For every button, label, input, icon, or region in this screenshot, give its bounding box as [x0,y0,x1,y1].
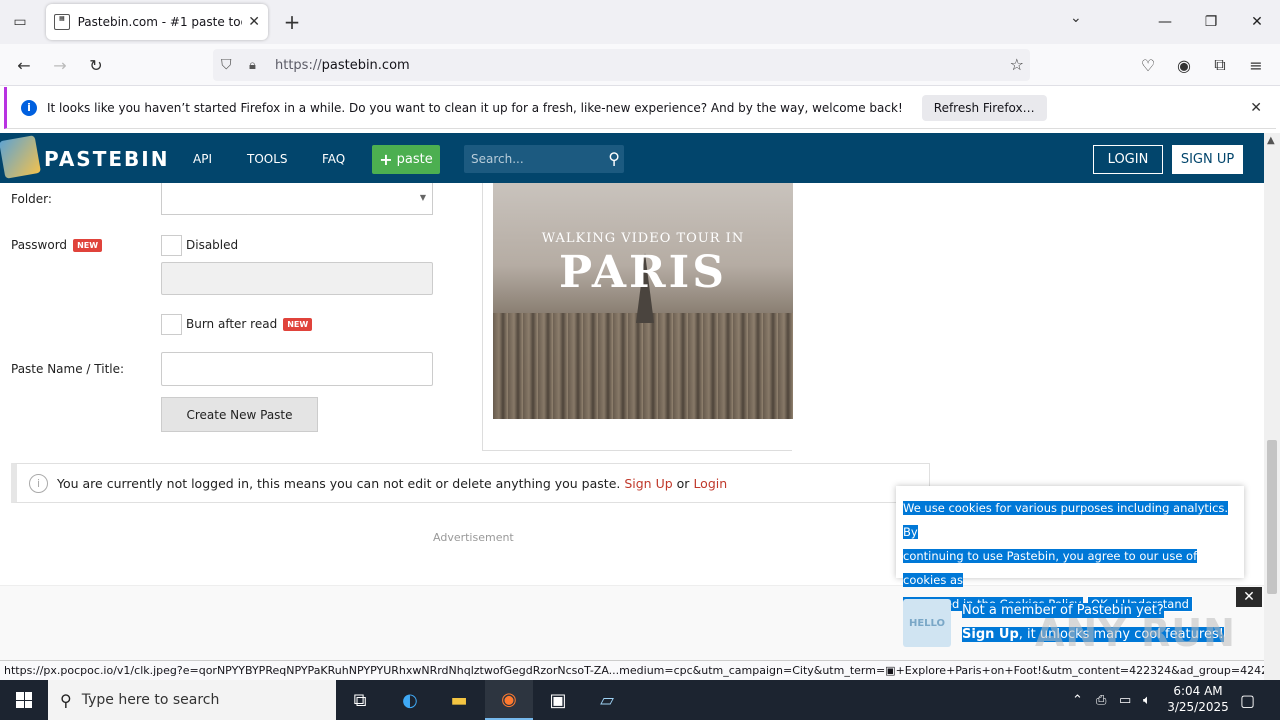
anyrun-watermark: ANY RUN [1035,611,1236,655]
notification-close-icon[interactable]: ✕ [1250,100,1262,116]
not-logged-in-notice: i You are currently not logged in, this … [11,463,930,503]
minimize-icon[interactable]: — [1142,0,1188,44]
search-icon: ⚲ [60,690,72,710]
tab-title: Pastebin.com - #1 paste tool since 2002 [77,15,243,29]
plus-icon: + [379,150,393,169]
ad-subtitle: WALKING VIDEO TOUR IN [541,231,745,246]
folder-label: Folder: [11,192,52,206]
menu-faq[interactable]: FAQ [322,152,345,166]
windows-taskbar: ⚲ Type here to search ⧉ ◐ ▬ ◉ ▣ ▱ ⌃ ⎙ ▭ … [0,680,1280,720]
clock-time: 6:04 AM [1173,684,1223,698]
burn-after-read-label: Burn after read NEW [186,317,313,331]
refresh-firefox-notification: i It looks like you haven’t started Fire… [4,87,1276,129]
signup-button[interactable]: SIGN UP [1172,145,1243,174]
info-icon: i [21,99,37,116]
notification-text: It looks like you haven’t started Firefo… [47,100,903,115]
refresh-firefox-button[interactable]: Refresh Firefox… [921,94,1047,121]
pastebin-header: PASTEBIN API TOOLS FAQ + paste Search... … [0,133,1264,183]
back-icon[interactable]: ← [11,52,37,78]
notepad-icon[interactable]: ▱ [583,680,631,720]
search-icon[interactable]: ⚲ [608,149,620,168]
info-icon: i [29,473,48,493]
disabled-label: Disabled [186,238,239,252]
menu-api[interactable]: API [193,152,212,166]
extensions-icon[interactable]: ⧉ [1207,52,1233,78]
bookmark-star-icon[interactable]: ☆ [1010,55,1024,74]
firefox-icon[interactable]: ◉ [485,680,533,720]
edge-icon[interactable]: ◐ [386,680,434,720]
page-scrollbar[interactable]: ▲ [1264,133,1280,680]
burn-after-read-checkbox[interactable] [161,314,182,335]
window-close-icon[interactable]: ✕ [1234,0,1280,44]
tab-close-icon[interactable]: ✕ [248,14,260,30]
status-url: https://px.pocpoc.io/v1/clk.jpeg?e=qorNP… [0,660,1264,680]
forward-icon[interactable]: → [47,52,73,78]
start-button[interactable] [0,680,48,720]
menu-tools[interactable]: TOOLS [247,152,288,166]
password-input[interactable] [161,262,433,295]
clock-date: 3/25/2025 [1167,700,1229,714]
task-view-icon[interactable]: ⧉ [336,680,384,720]
ad-title: PARIS [559,247,727,298]
taskbar-search-placeholder: Type here to search [81,692,220,708]
network-icon[interactable]: ▭ [1119,680,1131,720]
url-bar[interactable]: ⛉ 🔒︎ https://pastebin.com ☆ [213,49,1030,81]
tab-bar: ▭ ▦ Pastebin.com - #1 paste tool since 2… [0,0,1280,44]
lock-icon[interactable]: 🔒︎ [249,58,265,73]
city-skyline [493,313,793,419]
pocket-icon[interactable]: ♡ [1135,52,1161,78]
tracking-shield-icon[interactable]: ⛉ [221,57,239,73]
nav-bar: ← → ↻ ⛉ 🔒︎ https://pastebin.com ☆ ♡ ◉ ⧉ … [0,44,1280,86]
site-search-input[interactable]: Search... ⚲ [464,145,624,173]
new-paste-button[interactable]: + paste [372,145,440,174]
paste-title-input[interactable] [161,352,433,386]
advertisement-box: WALKING VIDEO TOUR IN PARIS [482,183,793,451]
scroll-thumb[interactable] [1267,440,1277,594]
tray-device-icon[interactable]: ⎙ [1096,680,1106,720]
url-text: https://pastebin.com [275,57,410,73]
password-checkbox[interactable] [161,235,182,256]
chevron-down-icon: ▼ [419,193,426,202]
pastebin-favicon-icon: ▦ [54,14,70,30]
cookie-banner: We use cookies for various purposes incl… [896,486,1244,612]
reload-icon[interactable]: ↻ [83,52,109,78]
hello-avatar-icon: HELLO [903,599,951,647]
firefox-view-icon[interactable]: ▭ [8,10,32,34]
pastebin-logo-icon[interactable] [0,135,42,179]
member-close-icon[interactable]: ✕ [1236,587,1262,607]
new-tab-icon[interactable]: + [280,10,304,34]
folder-select[interactable]: ▼ [161,183,433,215]
notice-text: You are currently not logged in, this me… [57,475,728,491]
restore-icon[interactable]: ❐ [1188,0,1234,44]
create-new-paste-button[interactable]: Create New Paste [161,397,318,432]
file-explorer-icon[interactable]: ▬ [435,680,483,720]
browser-tab[interactable]: ▦ Pastebin.com - #1 paste tool since 200… [46,4,268,40]
windows-logo-icon [16,692,32,708]
login-button[interactable]: LOGIN [1093,145,1163,174]
signup-link[interactable]: Sign Up [624,476,672,491]
paste-button-label: paste [396,152,433,167]
menu-icon[interactable]: ≡ [1243,52,1269,78]
pastebin-brand[interactable]: PASTEBIN [44,147,169,171]
member-signup-link[interactable]: Sign Up [962,627,1019,642]
login-link[interactable]: Login [693,476,727,491]
new-badge: NEW [283,318,313,331]
paris-ad-image[interactable]: WALKING VIDEO TOUR IN PARIS [493,183,793,419]
scroll-up-icon[interactable]: ▲ [1267,135,1275,146]
advertisement-label: Advertisement [433,531,514,544]
volume-icon[interactable]: 🔈︎ [1143,680,1151,720]
account-icon[interactable]: ◉ [1171,52,1197,78]
password-label: Password NEW [11,238,103,252]
new-badge: NEW [73,239,103,252]
tray-chevron-icon[interactable]: ⌃ [1072,680,1083,720]
taskbar-search[interactable]: ⚲ Type here to search [48,680,336,720]
paste-title-label: Paste Name / Title: [11,362,125,376]
notifications-icon[interactable]: ▢ [1240,680,1255,720]
clock[interactable]: 6:04 AM 3/25/2025 [1160,683,1236,715]
page-content: PASTEBIN API TOOLS FAQ + paste Search... … [0,133,1264,660]
app-icon[interactable]: ▣ [534,680,582,720]
list-all-tabs-icon[interactable]: ⌄ [1070,10,1082,26]
search-placeholder: Search... [471,152,524,166]
